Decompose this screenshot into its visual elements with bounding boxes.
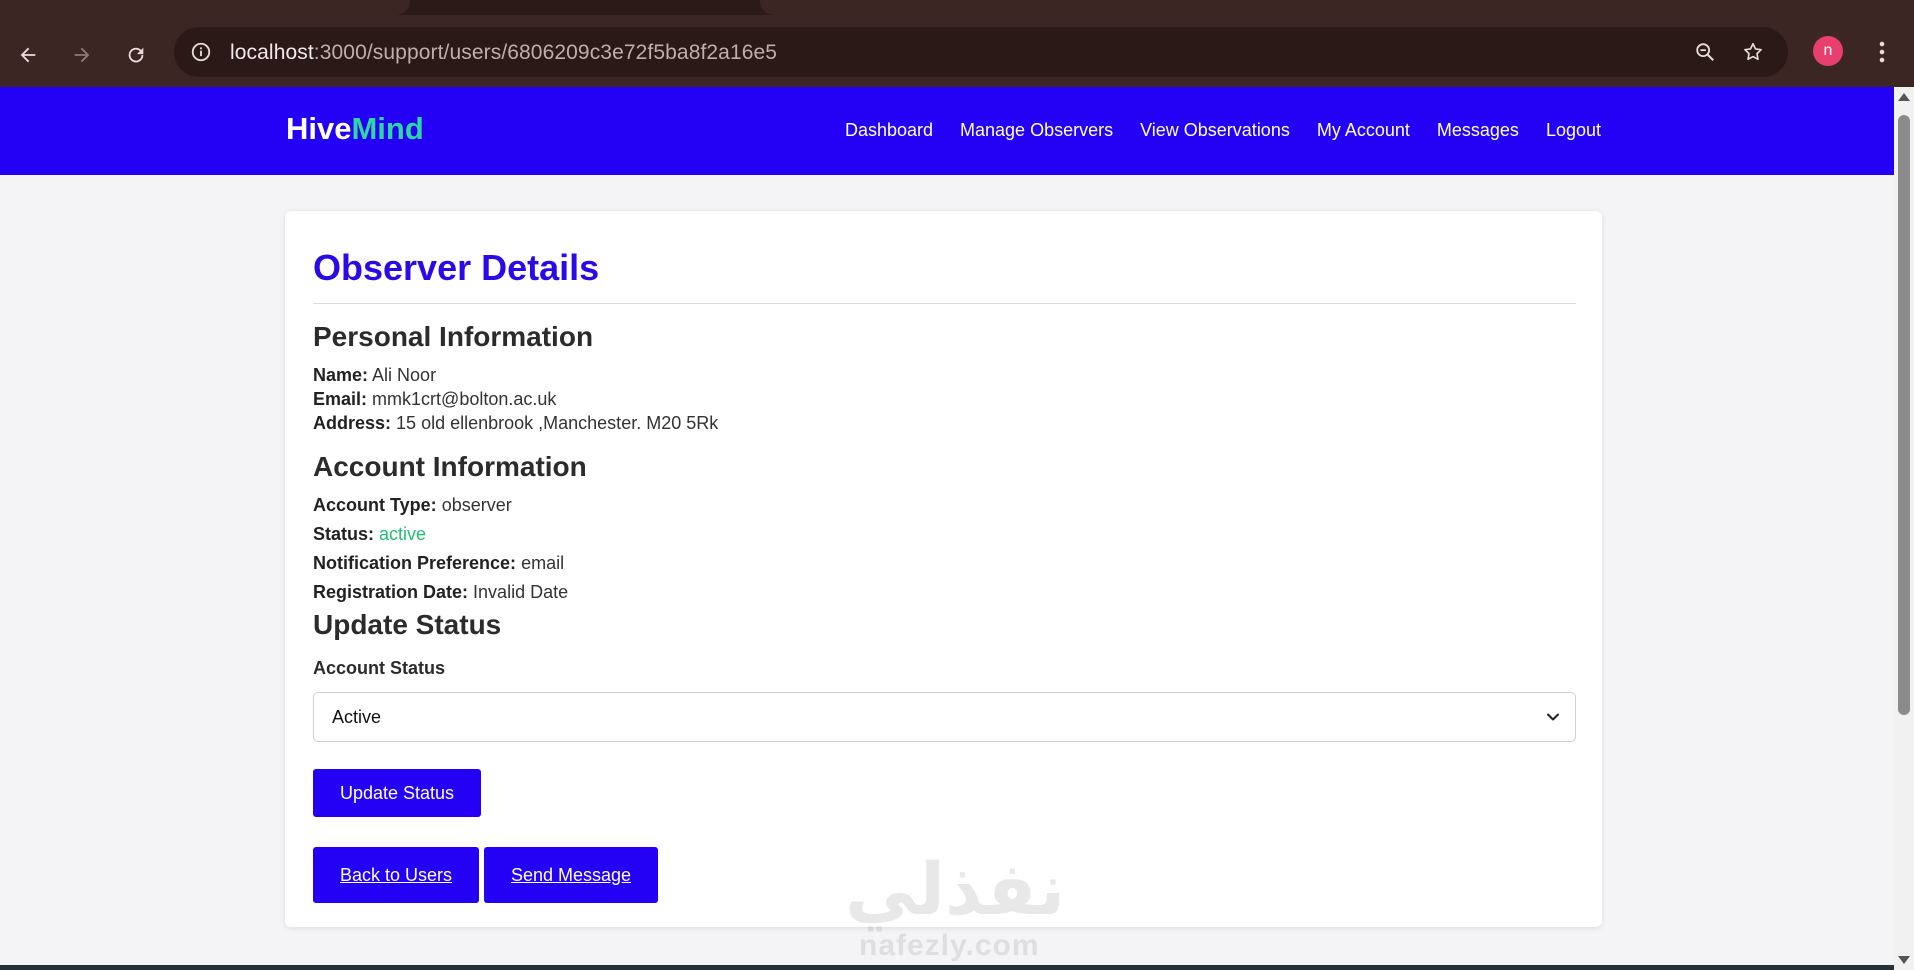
status-row: Status: active bbox=[313, 524, 427, 544]
nav-my-account[interactable]: My Account bbox=[1317, 120, 1410, 141]
address-bar[interactable]: localhost:3000/support/users/6806209c3e7… bbox=[174, 27, 1788, 77]
update-status-heading: Update Status bbox=[313, 609, 502, 640]
divider bbox=[313, 303, 1576, 304]
name-row: Name: Ali Noor bbox=[313, 365, 437, 385]
nav-messages[interactable]: Messages bbox=[1437, 120, 1519, 141]
site-logo[interactable]: HiveMind bbox=[286, 111, 424, 147]
zoom-icon[interactable] bbox=[1692, 39, 1718, 65]
address-row: Address: 15 old ellenbrook ,Manchester. … bbox=[313, 413, 719, 433]
main-nav: Dashboard Manage Observers View Observat… bbox=[818, 120, 1601, 141]
forward-arrow-icon[interactable] bbox=[64, 37, 100, 73]
url-text: localhost:3000/support/users/6806209c3e7… bbox=[230, 41, 778, 64]
select-value: Active bbox=[332, 707, 382, 727]
site-info-icon[interactable] bbox=[188, 39, 214, 65]
update-status-button[interactable]: Update Status bbox=[313, 769, 481, 817]
account-type-row: Account Type: observer bbox=[313, 495, 512, 515]
send-message-button[interactable]: Send Message bbox=[484, 847, 658, 903]
nav-logout[interactable]: Logout bbox=[1546, 120, 1601, 141]
account-status-label: Account Status bbox=[313, 658, 446, 678]
scrollbar-thumb[interactable] bbox=[1898, 115, 1910, 715]
browser-tab-area bbox=[760, 0, 1914, 15]
site-header: HiveMind Dashboard Manage Observers View… bbox=[0, 87, 1894, 175]
registration-row: Registration Date: Invalid Date bbox=[313, 582, 569, 602]
page-viewport: HiveMind Dashboard Manage Observers View… bbox=[0, 87, 1894, 970]
bottom-strip bbox=[0, 965, 1894, 970]
account-info-heading: Account Information bbox=[313, 451, 587, 482]
browser-tabstrip bbox=[0, 0, 1914, 15]
back-to-users-button[interactable]: Back to Users bbox=[313, 847, 479, 903]
personal-info-heading: Personal Information bbox=[313, 321, 594, 352]
account-status-select[interactable]: Active bbox=[313, 692, 1576, 742]
nav-manage-observers[interactable]: Manage Observers bbox=[960, 120, 1113, 141]
email-row: Email: mmk1crt@bolton.ac.uk bbox=[313, 389, 557, 409]
page-title: Observer Details bbox=[313, 247, 600, 288]
scroll-up-arrow-icon[interactable] bbox=[1898, 93, 1910, 101]
browser-tab[interactable] bbox=[0, 0, 410, 15]
more-menu-icon[interactable] bbox=[1868, 37, 1896, 67]
observer-details-card: Observer Details Personal Information Na… bbox=[285, 211, 1602, 927]
scroll-down-arrow-icon[interactable] bbox=[1898, 956, 1910, 964]
reload-icon[interactable] bbox=[118, 37, 154, 73]
bookmark-star-icon[interactable] bbox=[1740, 39, 1766, 65]
page-scrollbar[interactable] bbox=[1894, 87, 1914, 970]
profile-avatar[interactable]: n bbox=[1813, 36, 1843, 66]
notification-row: Notification Preference: email bbox=[313, 553, 565, 573]
back-arrow-icon[interactable] bbox=[10, 37, 46, 73]
nav-view-observations[interactable]: View Observations bbox=[1140, 120, 1290, 141]
chevron-down-icon bbox=[1543, 707, 1563, 727]
status-value: active bbox=[379, 524, 427, 544]
browser-toolbar: localhost:3000/support/users/6806209c3e7… bbox=[0, 15, 1914, 87]
nav-dashboard[interactable]: Dashboard bbox=[845, 120, 933, 141]
